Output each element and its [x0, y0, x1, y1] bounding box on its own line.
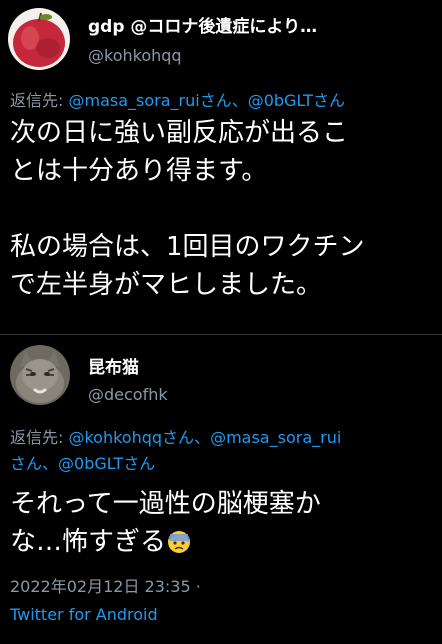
tweet-text: それって一過性の脳梗塞か な…怖すぎる — [10, 485, 435, 561]
mention-separator: 、 — [194, 428, 211, 447]
mention-link[interactable]: さん — [10, 454, 42, 473]
mention-link[interactable]: @0bGLTさん — [58, 454, 155, 473]
tweet-text-line: それって一過性の脳梗塞か — [10, 489, 321, 519]
mention-link[interactable]: @0bGLTさん — [248, 91, 345, 110]
user-handle[interactable]: @decofhk — [88, 385, 168, 404]
cat-avatar-icon — [10, 345, 70, 405]
avatar[interactable] — [10, 345, 70, 405]
tweet-reply[interactable]: 昆布猫 @decofhk 返信先: @kohkohqqさん、@masa_sora… — [0, 335, 442, 644]
avatar[interactable] — [8, 8, 70, 70]
user-handle[interactable]: @kohkohqq — [88, 46, 182, 65]
anxious-face-with-sweat-icon — [168, 531, 191, 553]
timestamp-line: 2022年02月12日 23:35 · — [10, 573, 201, 597]
mention-link[interactable]: @masa_sora_rui — [210, 428, 341, 447]
meta-separator: · — [190, 577, 201, 596]
timestamp[interactable]: 2022年02月12日 23:35 — [10, 577, 191, 596]
tweet-text-line: とは十分あり得ます。 — [10, 156, 268, 186]
mention-separator: 、 — [42, 454, 59, 473]
reply-to-line: 返信先: @kohkohqqさん、@masa_sora_rui さん、@0bGL… — [10, 425, 435, 477]
tweet-text: 次の日に強い副反応が出るこ とは十分あり得ます。 私の場合は、1回目のワクチン … — [10, 114, 435, 304]
reply-to-line: 返信先: @masa_sora_ruiさん、@0bGLTさん — [10, 87, 345, 111]
apple-avatar-icon — [8, 8, 70, 70]
tweet-text-line: 私の場合は、1回目のワクチン — [10, 232, 365, 262]
display-name[interactable]: gdp @コロナ後遺症により… — [88, 12, 317, 37]
mention-separator: 、 — [231, 91, 248, 110]
source-link[interactable]: Twitter for Android — [10, 605, 158, 624]
mention-link[interactable]: @kohkohqqさん — [68, 428, 194, 447]
reply-prefix: 返信先: — [10, 428, 69, 447]
mention-link[interactable]: @masa_sora_ruiさん — [68, 91, 231, 110]
tweet-text-line: な…怖すぎる — [10, 527, 167, 557]
display-name[interactable]: 昆布猫 — [88, 353, 139, 378]
tweet-parent[interactable]: gdp @コロナ後遺症により… @kohkohqq 返信先: @masa_sor… — [0, 0, 442, 330]
tweet-text-line: で左半身がマヒしました。 — [10, 270, 323, 300]
reply-prefix: 返信先: — [10, 91, 69, 110]
tweet-text-line: 次の日に強い副反応が出るこ — [10, 118, 349, 148]
